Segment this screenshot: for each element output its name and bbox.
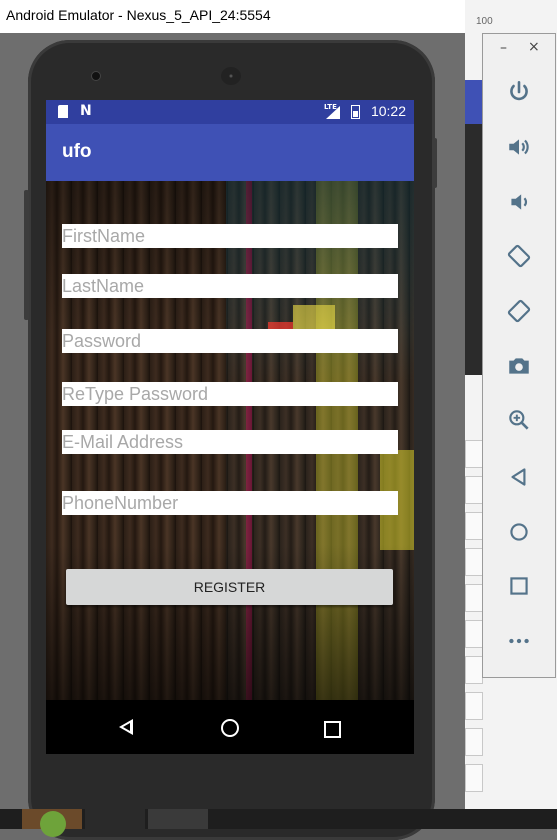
recents-icon[interactable] [324, 721, 341, 738]
emulator-toolbar: – × [482, 33, 556, 678]
rotate-left-icon[interactable] [505, 242, 533, 270]
navigation-bar [46, 700, 414, 754]
app-bar: ufo [46, 124, 414, 181]
home-icon[interactable] [505, 518, 533, 546]
back-icon[interactable] [505, 463, 533, 491]
app-icon [40, 811, 66, 837]
zoom-icon[interactable] [505, 406, 533, 434]
minimize-button[interactable]: – [500, 40, 507, 56]
phone-side-button [24, 190, 29, 320]
lastname-field[interactable] [62, 274, 398, 298]
phone-number-field[interactable] [62, 491, 398, 515]
email-field[interactable] [62, 430, 398, 454]
background-app-preview-header [465, 80, 483, 124]
password-field[interactable] [62, 329, 398, 353]
camera-icon[interactable] [505, 352, 533, 380]
phone-screen: N LTE 10:22 ufo REGISTER [46, 100, 414, 754]
battery-icon [351, 105, 360, 119]
window-title: Android Emulator - Nexus_5_API_24:5554 [6, 7, 271, 23]
speaker-grill [221, 67, 241, 85]
window-titlebar: Android Emulator - Nexus_5_API_24:5554 [0, 0, 465, 33]
app-title: ufo [62, 141, 92, 162]
power-icon[interactable] [505, 78, 533, 106]
retype-password-field[interactable] [62, 382, 398, 406]
nfc-icon: N [80, 103, 92, 119]
close-button[interactable]: × [528, 39, 540, 55]
rotate-right-icon[interactable] [505, 297, 533, 325]
sd-card-icon [58, 105, 68, 118]
firstname-field[interactable] [62, 224, 398, 248]
front-camera [91, 71, 101, 81]
background-ruler-label: 100 [476, 16, 493, 27]
volume-down-icon[interactable] [505, 188, 533, 216]
status-time: 10:22 [370, 103, 406, 119]
taskbar-app[interactable] [148, 809, 208, 829]
home-icon[interactable] [221, 719, 239, 737]
overview-icon[interactable] [505, 572, 533, 600]
taskbar-app[interactable] [85, 809, 145, 829]
register-button[interactable]: REGISTER [66, 569, 393, 605]
status-bar: N LTE 10:22 [46, 100, 414, 124]
more-icon[interactable] [505, 627, 533, 655]
background-app-preview [465, 80, 483, 375]
volume-up-icon[interactable] [505, 133, 533, 161]
windows-taskbar [0, 809, 557, 837]
phone-side-button [432, 138, 437, 188]
lte-label: LTE [324, 103, 337, 111]
taskbar-app[interactable] [22, 809, 82, 837]
